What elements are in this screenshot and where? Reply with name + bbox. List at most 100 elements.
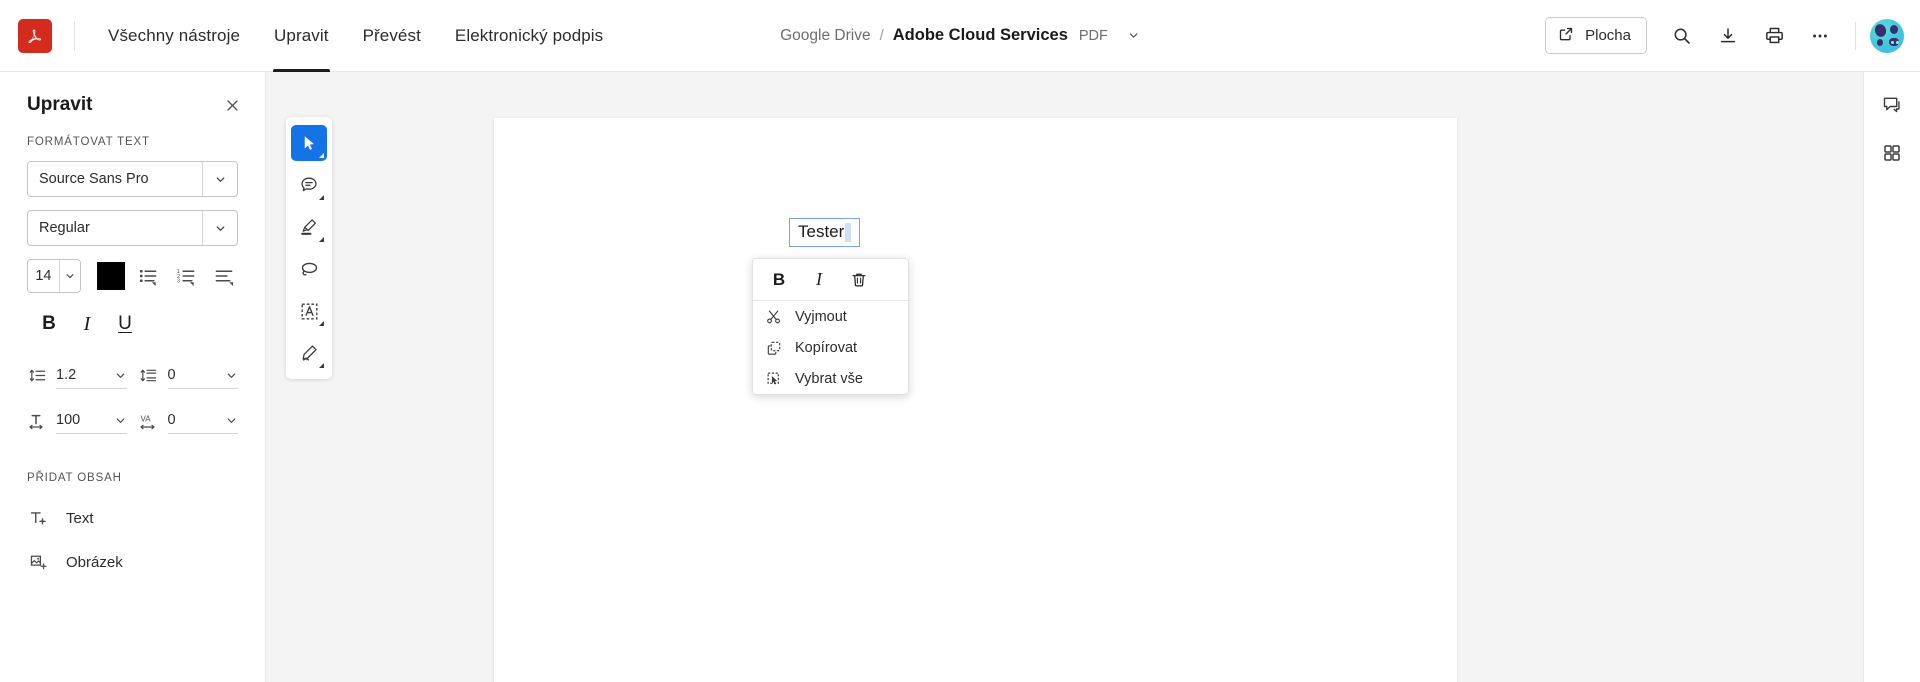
top-bar: Všechny nástroje Upravit Převést Elektro… bbox=[0, 0, 1920, 72]
tab-edit[interactable]: Upravit bbox=[257, 0, 346, 72]
chevron-down-icon bbox=[225, 369, 238, 382]
add-image-item[interactable]: Obrázek bbox=[27, 540, 238, 584]
chevron-down-icon bbox=[114, 369, 127, 382]
underline-button[interactable]: U bbox=[106, 308, 144, 340]
text-align-icon[interactable] bbox=[210, 259, 238, 293]
numbered-list-icon[interactable]: 1 2 3 bbox=[173, 259, 201, 293]
document-extension: PDF bbox=[1078, 27, 1108, 44]
acrobat-window: Všechny nástroje Upravit Převést Elektro… bbox=[0, 0, 1920, 682]
context-item-copy[interactable]: Kopírovat bbox=[753, 332, 908, 363]
letter-spacing-input[interactable]: 0 bbox=[167, 407, 238, 434]
external-link-icon bbox=[1558, 26, 1574, 46]
font-size-value: 14 bbox=[35, 268, 52, 284]
chevron-down-icon bbox=[225, 414, 238, 427]
line-spacing-value: 1.2 bbox=[56, 367, 77, 383]
context-menu-toolbar: B I bbox=[753, 259, 908, 301]
font-family-value: Source Sans Pro bbox=[39, 171, 149, 187]
comment-tool[interactable] bbox=[291, 167, 327, 203]
format-text-section-label: FORMÁTOVAT TEXT bbox=[27, 136, 150, 148]
letter-spacing-field[interactable]: VA 0 bbox=[139, 407, 238, 434]
svg-text:3: 3 bbox=[177, 278, 180, 284]
panel-title: Upravit bbox=[27, 94, 93, 115]
line-spacing-input[interactable]: 1.2 bbox=[56, 362, 127, 389]
share-desktop-button[interactable]: Plocha bbox=[1545, 17, 1647, 54]
font-style-select[interactable]: Regular bbox=[27, 210, 238, 246]
context-item-cut-label: Vyjmout bbox=[795, 308, 847, 325]
bold-button[interactable]: B bbox=[30, 308, 68, 340]
text-field-tester[interactable]: Tester bbox=[789, 218, 861, 248]
pdf-page[interactable]: Tester B I Vyjmout Kopírovat Vybrat vše bbox=[494, 118, 1457, 682]
breadcrumb-source[interactable]: Google Drive bbox=[780, 27, 870, 45]
context-italic-button[interactable]: I bbox=[799, 263, 839, 297]
lasso-tool[interactable] bbox=[291, 251, 327, 287]
sign-tool[interactable] bbox=[291, 335, 327, 371]
print-icon[interactable] bbox=[1753, 15, 1795, 57]
horizontal-scale-field[interactable]: 100 bbox=[27, 407, 127, 434]
add-text-icon bbox=[27, 509, 49, 528]
line-spacing-field[interactable]: 1.2 bbox=[27, 362, 127, 389]
letter-spacing-icon: VA bbox=[139, 412, 159, 430]
horizontal-scale-value: 100 bbox=[56, 412, 81, 428]
add-text-label: Text bbox=[66, 509, 94, 527]
text-cursor bbox=[845, 222, 852, 242]
edit-panel: Upravit FORMÁTOVAT TEXT Source Sans Pro … bbox=[0, 72, 266, 682]
nav-tabs: Všechny nástroje Upravit Převést Elektro… bbox=[91, 0, 620, 72]
copy-icon bbox=[765, 340, 782, 356]
chevron-down-icon bbox=[202, 211, 237, 245]
text-select-tool[interactable] bbox=[291, 293, 327, 329]
horizontal-scale-input[interactable]: 100 bbox=[56, 407, 127, 434]
logo-divider bbox=[74, 20, 75, 51]
topbar-actions: Plocha bbox=[1545, 15, 1920, 57]
chevron-down-icon bbox=[114, 414, 127, 427]
ellipsis-icon[interactable] bbox=[1799, 15, 1841, 57]
chevron-down-icon[interactable] bbox=[1127, 29, 1140, 42]
tab-convert[interactable]: Převést bbox=[346, 0, 438, 72]
spacing-controls: 1.2 0 100 VA 0 bbox=[0, 362, 265, 434]
highlight-tool[interactable] bbox=[291, 209, 327, 245]
tab-all-tools[interactable]: Všechny nástroje bbox=[91, 0, 257, 72]
select-all-icon bbox=[765, 371, 782, 387]
add-text-item[interactable]: Text bbox=[27, 496, 238, 540]
tab-esign[interactable]: Elektronický podpis bbox=[438, 0, 620, 72]
font-size-select[interactable]: 14 bbox=[27, 259, 82, 293]
add-image-label: Obrázek bbox=[66, 553, 123, 571]
paragraph-spacing-input[interactable]: 0 bbox=[167, 362, 238, 389]
share-desktop-label: Plocha bbox=[1585, 27, 1631, 44]
add-content-section-label: PŘIDAT OBSAH bbox=[27, 472, 122, 484]
context-item-cut[interactable]: Vyjmout bbox=[753, 301, 908, 332]
tab-edit-label: Upravit bbox=[274, 25, 329, 45]
spacing-row-1: 1.2 0 bbox=[27, 362, 238, 389]
context-menu: B I Vyjmout Kopírovat Vybrat vše bbox=[752, 258, 909, 395]
paragraph-spacing-value: 0 bbox=[167, 367, 176, 383]
actions-divider bbox=[1855, 21, 1856, 50]
comment-tool-options-triangle bbox=[319, 195, 324, 200]
italic-button[interactable]: I bbox=[68, 308, 106, 340]
text-field-value: Tester bbox=[798, 222, 845, 241]
bulleted-list-icon[interactable] bbox=[135, 259, 163, 293]
highlight-tool-options-triangle bbox=[319, 237, 324, 242]
text-color-swatch[interactable] bbox=[97, 262, 126, 290]
add-image-icon bbox=[27, 553, 49, 572]
paragraph-spacing-field[interactable]: 0 bbox=[139, 362, 238, 389]
tab-convert-label: Převést bbox=[362, 25, 421, 45]
font-family-select[interactable]: Source Sans Pro bbox=[27, 161, 238, 197]
all-tools-button[interactable] bbox=[1872, 133, 1912, 173]
text-select-tool-options-triangle bbox=[319, 321, 324, 326]
trash-icon[interactable] bbox=[839, 263, 879, 297]
right-rail bbox=[1863, 72, 1920, 682]
download-icon[interactable] bbox=[1707, 15, 1749, 57]
body: Upravit FORMÁTOVAT TEXT Source Sans Pro … bbox=[0, 72, 1920, 682]
close-icon[interactable] bbox=[222, 95, 243, 116]
context-bold-button[interactable]: B bbox=[759, 263, 799, 297]
context-item-select-all[interactable]: Vybrat vše bbox=[753, 363, 908, 394]
avatar[interactable] bbox=[1870, 18, 1904, 53]
context-item-copy-label: Kopírovat bbox=[795, 339, 858, 356]
search-icon[interactable] bbox=[1661, 15, 1703, 57]
adobe-acrobat-logo-icon[interactable] bbox=[18, 18, 52, 53]
comment-panel-button[interactable] bbox=[1872, 85, 1912, 125]
font-size-row: 14 1 2 3 bbox=[27, 259, 238, 293]
tab-esign-label: Elektronický podpis bbox=[454, 25, 604, 45]
select-tool[interactable] bbox=[291, 125, 327, 161]
context-item-select-all-label: Vybrat vše bbox=[795, 370, 863, 387]
breadcrumb: Google Drive / Adobe Cloud Services PDF bbox=[780, 26, 1140, 45]
